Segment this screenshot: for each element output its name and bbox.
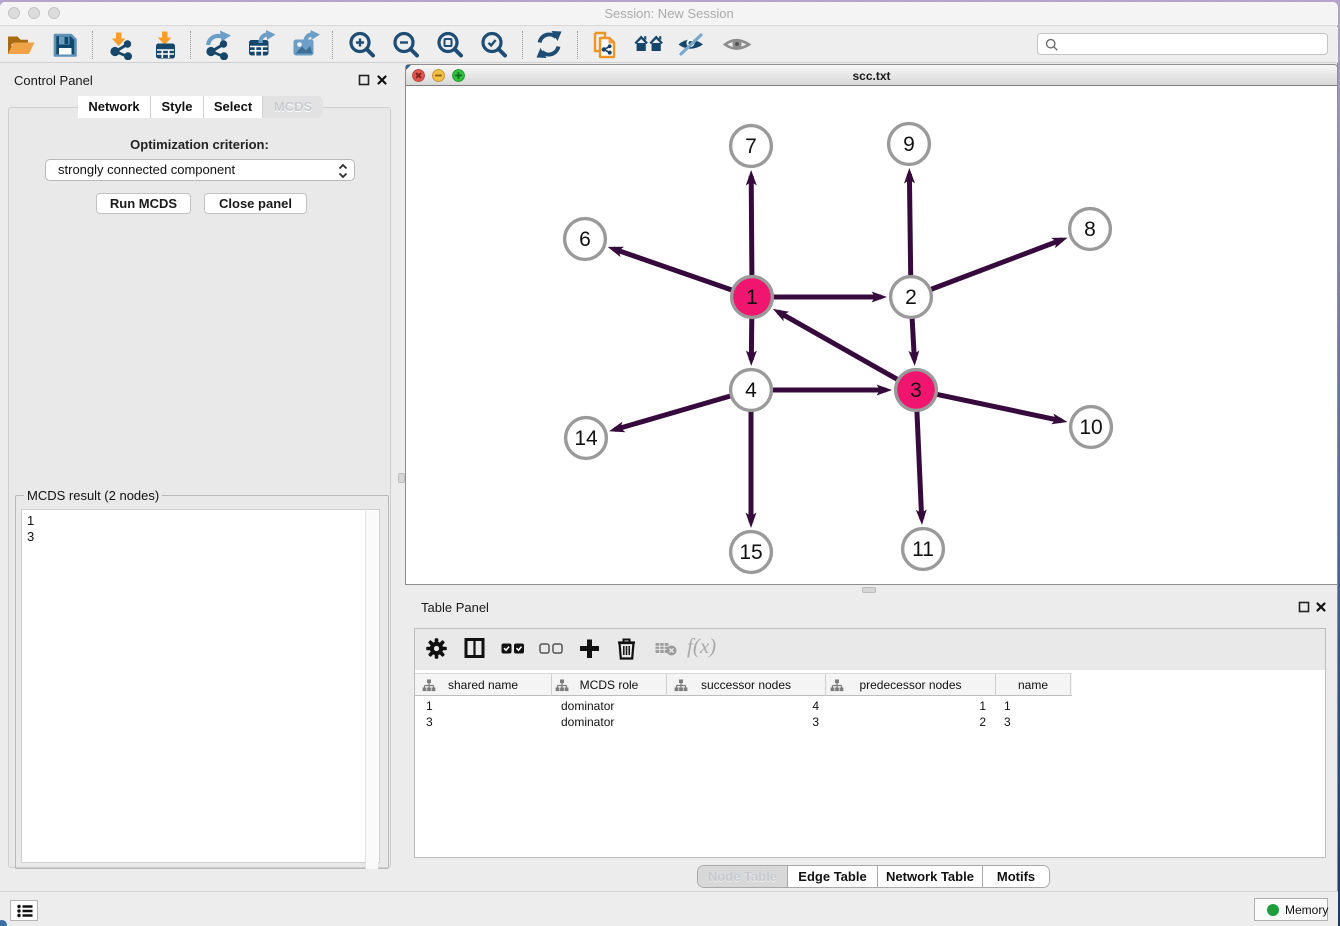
svg-text:10: 10	[1079, 416, 1102, 439]
svg-text:4: 4	[745, 379, 757, 402]
svg-text:3: 3	[910, 379, 922, 402]
svg-text:6: 6	[579, 228, 591, 251]
svg-text:8: 8	[1084, 218, 1096, 241]
svg-text:14: 14	[574, 427, 598, 450]
svg-text:9: 9	[903, 133, 915, 156]
svg-text:11: 11	[912, 538, 934, 561]
svg-text:15: 15	[739, 541, 762, 564]
svg-text:7: 7	[745, 135, 757, 158]
svg-text:2: 2	[905, 286, 917, 309]
svg-text:1: 1	[746, 286, 758, 309]
